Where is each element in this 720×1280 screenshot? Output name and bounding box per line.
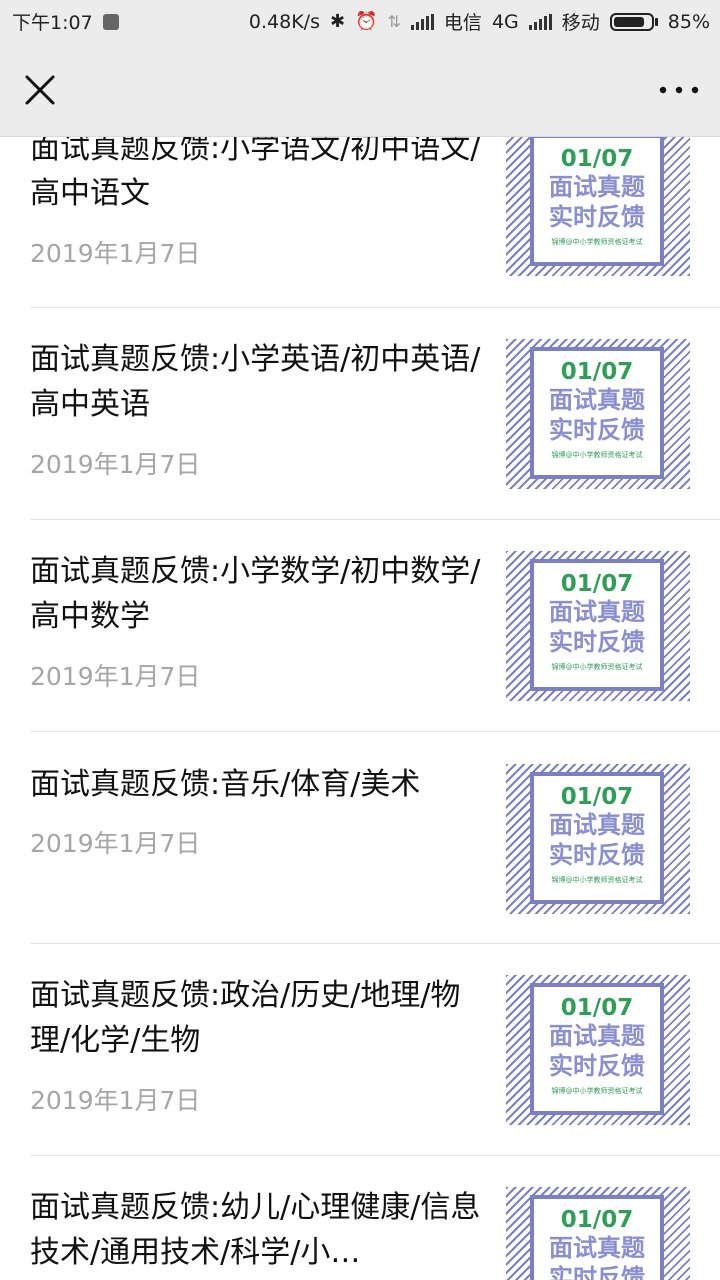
divider — [30, 1155, 720, 1156]
thumbnail-line1: 面试真题 — [549, 1022, 645, 1050]
thumbnail-date: 01/07 — [560, 995, 634, 1021]
article-list: 面试真题反馈:小学语文/初中语文/高中语文 2019年1月7日 01/07 面试… — [0, 0, 720, 1280]
top-nav-bar — [0, 40, 720, 137]
article-title: 面试真题反馈:幼儿/心理健康/信息技术/通用技术/科学/小… — [30, 1190, 481, 1270]
signal-icon-2 — [528, 13, 552, 30]
thumbnail-line1: 面试真题 — [549, 386, 645, 414]
more-icon — [659, 86, 699, 94]
carrier-1: 电信 — [443, 12, 482, 34]
thumbnail-footer: 锦博@中小学教师资格证考试 — [551, 451, 643, 459]
battery-icon — [609, 12, 658, 31]
list-item[interactable]: 面试真题反馈:政治/历史/地理/物理/化学/生物 2019年1月7日 01/07… — [30, 973, 692, 1133]
data-transfer-icon: ⇅ — [387, 12, 401, 31]
status-time: 下午1:07 — [12, 12, 93, 34]
thumbnail-footer: 锦博@中小学教师资格证考试 — [551, 663, 643, 671]
divider — [30, 731, 720, 732]
thumbnail-date: 01/07 — [560, 784, 634, 810]
close-button[interactable] — [18, 68, 62, 112]
article-thumbnail: 01/07 面试真题 实时反馈 锦博@中小学教师资格证考试 — [506, 975, 690, 1125]
list-item[interactable]: 面试真题反馈:小学英语/初中英语/高中英语 2019年1月7日 01/07 面试… — [30, 337, 692, 497]
alarm-off-icon: ⏰ — [355, 11, 378, 32]
article-title: 面试真题反馈:小学英语/初中英语/高中英语 — [30, 342, 481, 422]
thumbnail-line2: 实时反馈 — [549, 1264, 645, 1280]
network-type: 4G — [491, 10, 519, 33]
article-thumbnail: 01/07 面试真题 实时反馈 锦博@中小学教师资格证考试 — [506, 1187, 690, 1280]
thumbnail-line2: 实时反馈 — [549, 841, 645, 869]
article-date: 2019年1月7日 — [30, 829, 201, 858]
thumbnail-date: 01/07 — [560, 1207, 634, 1233]
article-thumbnail: 01/07 面试真题 实时反馈 锦博@中小学教师资格证考试 — [506, 551, 690, 701]
thumbnail-footer: 锦博@中小学教师资格证考试 — [551, 1087, 643, 1095]
thumbnail-line1: 面试真题 — [549, 173, 645, 201]
article-thumbnail: 01/07 面试真题 实时反馈 锦博@中小学教师资格证考试 — [506, 126, 690, 276]
thumbnail-line1: 面试真题 — [549, 1234, 645, 1262]
thumbnail-date: 01/07 — [560, 359, 634, 385]
divider — [30, 307, 720, 308]
thumbnail-line2: 实时反馈 — [549, 628, 645, 656]
article-title: 面试真题反馈:小学语文/初中语文/高中语文 — [30, 131, 481, 211]
network-speed: 0.48K/s — [248, 10, 320, 33]
thumbnail-footer: 锦博@中小学教师资格证考试 — [551, 238, 643, 246]
bluetooth-icon: ✱ — [330, 11, 346, 32]
thumbnail-line2: 实时反馈 — [549, 203, 645, 231]
thumbnail-line2: 实时反馈 — [549, 1052, 645, 1080]
article-date: 2019年1月7日 — [30, 1086, 201, 1115]
thumbnail-line2: 实时反馈 — [549, 416, 645, 444]
article-date: 2019年1月7日 — [30, 239, 201, 268]
article-date: 2019年1月7日 — [30, 662, 201, 691]
signal-icon-1 — [410, 13, 434, 30]
status-bar: 下午1:07 0.48K/s ✱ ⏰ ⇅ 电信 4G 移动 85% — [0, 0, 720, 40]
close-icon — [25, 75, 55, 105]
list-item[interactable]: 面试真题反馈:音乐/体育/美术 2019年1月7日 01/07 面试真题 实时反… — [30, 762, 692, 922]
divider — [30, 943, 720, 944]
divider — [30, 519, 720, 520]
list-item[interactable]: 面试真题反馈:小学语文/初中语文/高中语文 2019年1月7日 01/07 面试… — [30, 126, 692, 306]
article-date: 2019年1月7日 — [30, 450, 201, 479]
thumbnail-footer: 锦博@中小学教师资格证考试 — [551, 876, 643, 884]
article-title: 面试真题反馈:政治/历史/地理/物理/化学/生物 — [30, 978, 461, 1058]
more-options-button[interactable] — [654, 68, 704, 112]
article-title: 面试真题反馈:小学数学/初中数学/高中数学 — [30, 554, 481, 634]
article-title: 面试真题反馈:音乐/体育/美术 — [30, 767, 421, 802]
article-thumbnail: 01/07 面试真题 实时反馈 锦博@中小学教师资格证考试 — [506, 339, 690, 489]
notification-icon — [102, 13, 119, 30]
thumbnail-date: 01/07 — [560, 571, 634, 597]
battery-percent: 85% — [667, 10, 710, 33]
carrier-2: 移动 — [561, 12, 600, 34]
thumbnail-date: 01/07 — [560, 146, 634, 172]
list-item[interactable]: 面试真题反馈:幼儿/心理健康/信息技术/通用技术/科学/小… 01/07 面试真… — [30, 1185, 692, 1280]
list-item[interactable]: 面试真题反馈:小学数学/初中数学/高中数学 2019年1月7日 01/07 面试… — [30, 549, 692, 709]
thumbnail-line1: 面试真题 — [549, 811, 645, 839]
thumbnail-line1: 面试真题 — [549, 598, 645, 626]
article-thumbnail: 01/07 面试真题 实时反馈 锦博@中小学教师资格证考试 — [506, 764, 690, 914]
